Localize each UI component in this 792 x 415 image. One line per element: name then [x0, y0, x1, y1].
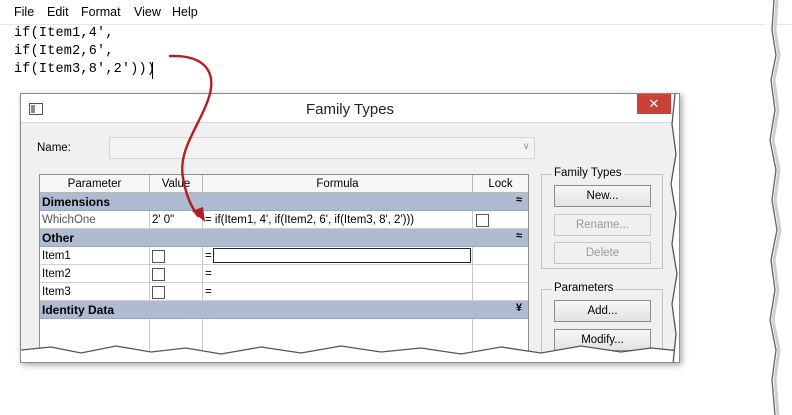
- parameter-grid: Parameter Value Formula Lock Dimensions …: [39, 174, 529, 362]
- menu-format[interactable]: Format: [81, 5, 121, 19]
- new-button[interactable]: New...: [554, 185, 651, 207]
- value-checkbox[interactable]: [152, 286, 165, 299]
- lock-checkbox[interactable]: [476, 214, 489, 227]
- param-name: Item3: [40, 283, 150, 301]
- header-formula[interactable]: Formula: [203, 175, 473, 193]
- param-formula[interactable]: =: [203, 283, 473, 301]
- value-cell: [150, 247, 203, 265]
- torn-right-decoration: [670, 94, 679, 362]
- formula-equals: =: [205, 250, 212, 262]
- menu-help[interactable]: Help: [172, 5, 198, 19]
- family-types-dialog: Family Types ✕ Name: ∨ Parameter Value F…: [20, 93, 680, 363]
- group-other[interactable]: Other ≈: [40, 229, 528, 247]
- name-label: Name:: [37, 142, 71, 154]
- group-label: Identity Data: [42, 303, 115, 317]
- value-cell: [150, 283, 203, 301]
- lock-cell: [473, 283, 528, 301]
- table-row[interactable]: Item3 =: [40, 283, 528, 301]
- dialog-title: Family Types: [305, 101, 395, 118]
- parameters-title: Parameters: [552, 282, 616, 294]
- torn-bottom-decoration: [21, 345, 679, 362]
- group-label: Dimensions: [42, 195, 111, 209]
- family-types-title: Family Types: [552, 167, 624, 179]
- value-checkbox[interactable]: [152, 268, 165, 281]
- code-line-2: if(Item2,6',: [14, 44, 114, 59]
- param-name: WhichOne: [40, 211, 150, 229]
- formula-input[interactable]: [213, 248, 471, 263]
- close-icon: ✕: [648, 96, 660, 111]
- text-caret: [152, 62, 153, 79]
- menu-view[interactable]: View: [134, 5, 161, 19]
- value-checkbox[interactable]: [152, 250, 165, 263]
- param-name: Item1: [40, 247, 150, 265]
- code-line-1: if(Item1,4',: [14, 26, 114, 41]
- dialog-titlebar: Family Types ✕: [21, 94, 679, 123]
- add-button[interactable]: Add...: [554, 300, 651, 322]
- group-identity-data[interactable]: Identity Data ¥: [40, 301, 528, 319]
- table-row[interactable]: WhichOne 2' 0" = if(Item1, 4', if(Item2,…: [40, 211, 528, 229]
- collapse-icon[interactable]: ≈: [516, 230, 522, 242]
- table-row[interactable]: Item1 =: [40, 247, 528, 265]
- header-parameter[interactable]: Parameter: [40, 175, 150, 193]
- header-lock[interactable]: Lock: [473, 175, 528, 193]
- lock-cell: [473, 247, 528, 265]
- group-dimensions[interactable]: Dimensions ≈: [40, 193, 528, 211]
- param-formula[interactable]: = if(Item1, 4', if(Item2, 6', if(Item3, …: [203, 211, 473, 229]
- header-value[interactable]: Value: [150, 175, 203, 193]
- name-dropdown[interactable]: ∨: [109, 137, 535, 159]
- torn-edge-decoration: [766, 0, 782, 415]
- lock-cell: [473, 265, 528, 283]
- menu-bar: File Edit Format View Help: [0, 0, 792, 25]
- menu-file[interactable]: File: [14, 5, 34, 19]
- param-name: Item2: [40, 265, 150, 283]
- code-line-3: if(Item3,8',2'))): [14, 62, 156, 77]
- expand-icon[interactable]: ¥: [516, 302, 522, 314]
- chevron-down-icon: ∨: [522, 141, 530, 152]
- menu-edit[interactable]: Edit: [47, 5, 69, 19]
- table-row[interactable]: Item2 =: [40, 265, 528, 283]
- delete-button[interactable]: Delete: [554, 242, 651, 264]
- group-label: Other: [42, 231, 75, 245]
- collapse-icon[interactable]: ≈: [516, 194, 522, 206]
- value-cell: [150, 265, 203, 283]
- lock-cell: [473, 211, 528, 229]
- close-button[interactable]: ✕: [637, 94, 671, 114]
- param-formula[interactable]: =: [203, 265, 473, 283]
- family-types-group: Family Types New... Rename... Delete: [541, 167, 663, 269]
- param-value[interactable]: 2' 0": [150, 211, 203, 229]
- formula-cell[interactable]: =: [203, 247, 473, 265]
- rename-button[interactable]: Rename...: [554, 214, 651, 236]
